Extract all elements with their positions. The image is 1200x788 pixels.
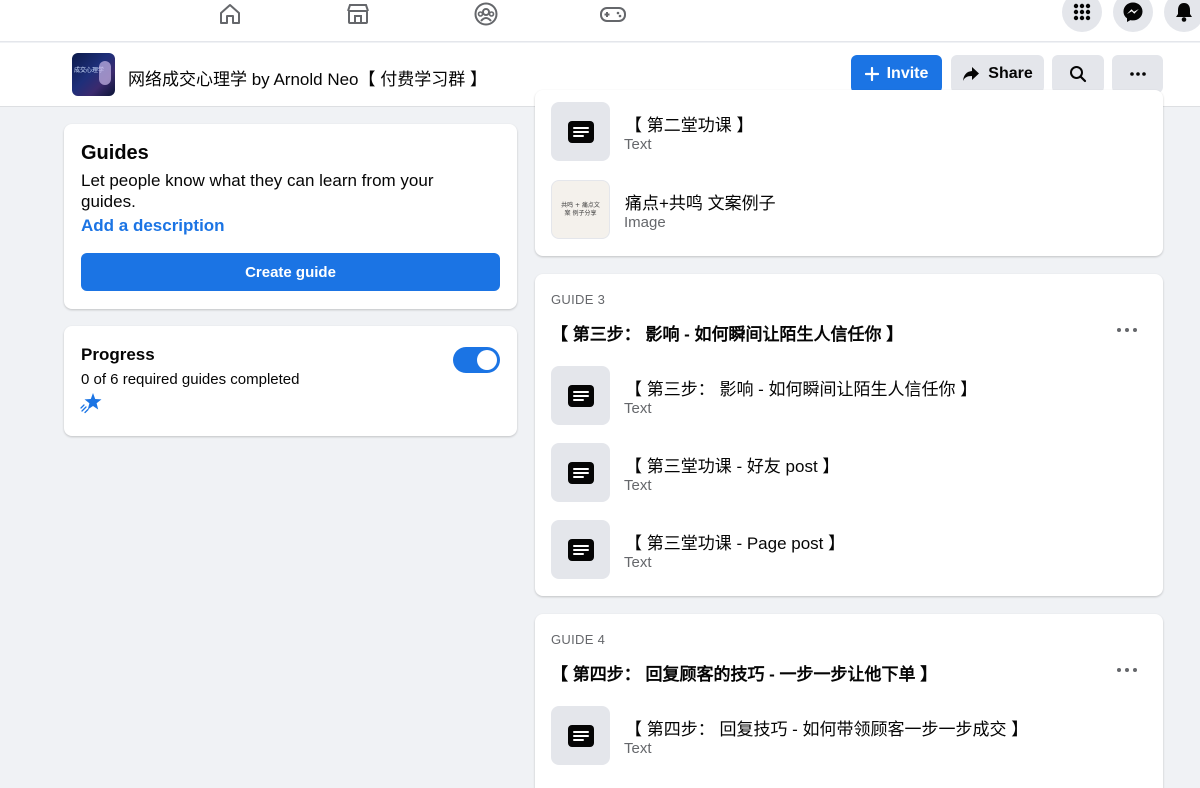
group-title[interactable]: 网络成交心理学 by Arnold Neo【 付费学习群 】 <box>128 65 487 90</box>
text-post-icon <box>551 520 610 579</box>
guide-3-card: GUIDE 3 【 第三步： 影响 - 如何瞬间让陌生人信任你 】 【 第三步：… <box>535 274 1163 596</box>
guide-item-type: Text <box>624 136 652 153</box>
shooting-star-icon <box>80 392 104 419</box>
guide-item-title: 【 第三堂功课 - 好友 post 】 <box>625 457 840 476</box>
text-post-icon <box>551 366 610 425</box>
dot <box>1125 328 1129 332</box>
guide-4-card: GUIDE 4 【 第四步： 回复顾客的技巧 - 一步一步让他下单 】 【 第四… <box>535 614 1163 788</box>
progress-toggle[interactable] <box>453 347 500 373</box>
guide-title[interactable]: 【 第四步： 回复顾客的技巧 - 一步一步让他下单 】 <box>551 660 937 685</box>
plus-icon <box>864 67 879 81</box>
guide-item-title: 【 第三步： 影响 - 如何瞬间让陌生人信任你 】 <box>625 380 978 399</box>
guide-item-type: Text <box>624 477 652 494</box>
toggle-knob <box>477 350 497 370</box>
guide-item-type: Image <box>624 214 666 231</box>
guide-number-label: GUIDE 4 <box>551 632 606 647</box>
group-cover-thumbnail[interactable]: 成交心理学 <box>72 53 115 96</box>
guides-heading: Guides <box>81 142 149 164</box>
guide-title[interactable]: 【 第三步： 影响 - 如何瞬间让陌生人信任你 】 <box>551 320 903 345</box>
image-thumbnail-text: 共鸣 + 痛点文案 例子分享 <box>561 201 600 217</box>
dot <box>1117 668 1121 672</box>
share-button-label: Share <box>988 65 1033 82</box>
guide-item-title: 【 第三堂功课 - Page post 】 <box>625 534 846 553</box>
menu-grid-icon[interactable] <box>1062 0 1102 32</box>
guide-item[interactable]: 【 第四步： 回复技巧 - 如何带领顾客一步一步成交 】 Text <box>551 706 1131 766</box>
share-arrow-icon <box>962 66 980 82</box>
progress-card: Progress 0 of 6 required guides complete… <box>64 326 517 436</box>
invite-button[interactable]: Invite <box>851 55 942 93</box>
group-search-button[interactable] <box>1052 55 1104 93</box>
dot <box>1133 328 1137 332</box>
guide-item[interactable]: 【 第三堂功课 - 好友 post 】 Text <box>551 443 1131 503</box>
guide-item-type: Text <box>624 740 652 757</box>
guide-item-title: 痛点+共鸣 文案例子 <box>625 194 776 213</box>
top-navigation-bar <box>0 0 1200 42</box>
guide-number-label: GUIDE 3 <box>551 292 606 307</box>
guide-options-button[interactable] <box>1115 324 1139 336</box>
group-thumbnail-figure <box>99 61 111 85</box>
guide-item[interactable]: 共鸣 + 痛点文案 例子分享 痛点+共鸣 文案例子 Image <box>551 180 1131 240</box>
dot <box>1133 668 1137 672</box>
guide-item-title: 【 第四步： 回复技巧 - 如何带领顾客一步一步成交 】 <box>625 720 1029 739</box>
invite-button-label: Invite <box>886 65 929 82</box>
guide-item[interactable]: 【 第三步： 影响 - 如何瞬间让陌生人信任你 】 Text <box>551 366 1131 426</box>
notifications-icon[interactable] <box>1164 0 1200 32</box>
guide-2-card: 【 第二堂功课 】 Text 共鸣 + 痛点文案 例子分享 痛点+共鸣 文案例子… <box>535 90 1163 256</box>
group-more-options-button[interactable] <box>1112 55 1163 93</box>
text-post-icon <box>551 102 610 161</box>
dot <box>1117 328 1121 332</box>
groups-icon[interactable] <box>470 0 502 30</box>
messenger-icon[interactable] <box>1113 0 1153 32</box>
image-thumbnail: 共鸣 + 痛点文案 例子分享 <box>551 180 610 239</box>
more-horizontal-icon <box>1129 72 1146 76</box>
gaming-icon[interactable] <box>597 0 629 30</box>
progress-status: 0 of 6 required guides completed <box>81 371 300 388</box>
guide-item-type: Text <box>624 400 652 417</box>
share-button[interactable]: Share <box>951 55 1044 93</box>
text-post-icon <box>551 443 610 502</box>
guides-card: Guides Let people know what they can lea… <box>64 124 517 309</box>
guide-item[interactable]: 【 第二堂功课 】 Text <box>551 102 1131 162</box>
guides-description: Let people know what they can learn from… <box>81 171 434 211</box>
dot <box>1125 668 1129 672</box>
guide-item-title: 【 第二堂功课 】 <box>625 116 754 135</box>
guide-item[interactable]: 【 第三堂功课 - Page post 】 Text <box>551 520 1131 580</box>
progress-heading: Progress <box>81 345 155 364</box>
search-icon <box>1069 65 1087 83</box>
create-guide-button[interactable]: Create guide <box>81 253 500 291</box>
home-icon[interactable] <box>214 0 246 30</box>
add-description-link[interactable]: Add a description <box>81 216 225 236</box>
marketplace-icon[interactable] <box>342 0 374 30</box>
guide-item-type: Text <box>624 554 652 571</box>
text-post-icon <box>551 706 610 765</box>
guide-options-button[interactable] <box>1115 664 1139 676</box>
